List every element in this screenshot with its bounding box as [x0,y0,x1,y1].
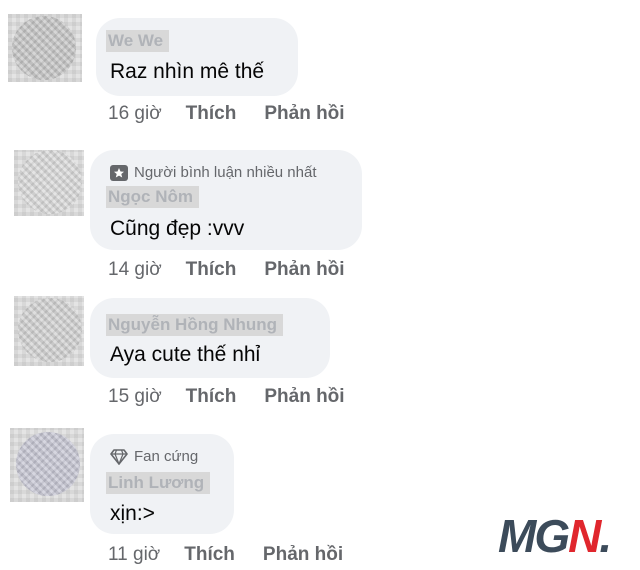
like-button[interactable]: Thích [186,259,237,281]
like-button[interactable]: Thích [184,544,235,566]
comment-actions: 14 giờ Thích Phản hồi [108,259,345,281]
reply-button[interactable]: Phản hồi [264,386,344,408]
diamond-icon [110,448,128,465]
avatar[interactable] [18,298,82,362]
badge-label: Fan cứng [134,448,199,465]
comment-text: Aya cute thế nhỉ [110,343,261,366]
logo-dot: . [599,510,612,562]
reply-button[interactable]: Phản hồi [264,259,344,281]
reply-button[interactable]: Phản hồi [263,544,343,566]
like-button[interactable]: Thích [186,103,237,125]
top-commenter-badge: Người bình luận nhiều nhất [110,164,317,181]
comment-actions: 11 giờ Thích Phản hồi [108,544,343,566]
mgn-watermark-logo: MG N. [498,510,612,562]
logo-text-red: N [568,510,601,562]
comment-text: Cũng đẹp :vvv [110,217,245,240]
comment-actions: 15 giờ Thích Phản hồi [108,386,345,408]
reply-button[interactable]: Phản hồi [264,103,344,125]
like-button[interactable]: Thích [186,386,237,408]
comment-time[interactable]: 14 giờ [108,259,162,281]
commenter-name[interactable]: Ngọc Nôm [106,186,199,208]
fan-badge: Fan cứng [110,448,198,465]
commenter-name[interactable]: Linh Lương [106,472,211,494]
comment-text: xịn:> [110,502,155,525]
avatar[interactable] [16,432,80,496]
logo-text-dark: MG [498,510,570,562]
commenter-name[interactable]: Nguyễn Hồng Nhung [106,314,284,336]
comment-actions: 16 giờ Thích Phản hồi [108,103,345,125]
comment-text: Raz nhìn mê thế [110,60,265,83]
avatar[interactable] [18,150,82,214]
star-badge-icon [110,164,128,181]
avatar[interactable] [12,16,76,80]
comment-time[interactable]: 15 giờ [108,386,162,408]
commenter-name[interactable]: We We [106,30,170,52]
badge-label: Người bình luận nhiều nhất [134,164,317,181]
comment-time[interactable]: 11 giờ [108,544,160,566]
comment-time[interactable]: 16 giờ [108,103,162,125]
